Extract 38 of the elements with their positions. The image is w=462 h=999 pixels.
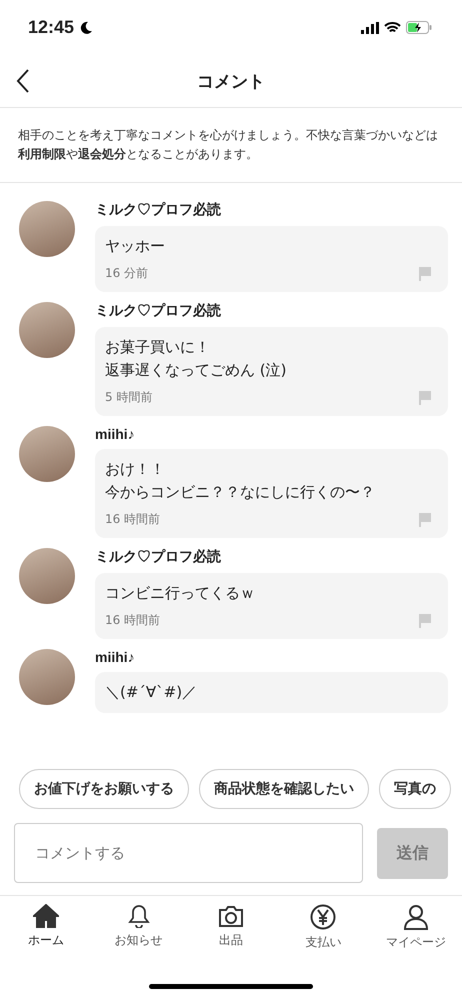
user-name[interactable]: ミルク♡プロフ必読 <box>95 302 221 320</box>
tab-item[interactable]: マイページ <box>370 904 462 951</box>
user-name[interactable]: miihi♪ <box>95 426 135 442</box>
quick-reply-chip[interactable]: お値下げをお願いする <box>19 769 189 809</box>
tab-item[interactable]: 出品 <box>184 904 278 951</box>
comment-time: 16 時間前 <box>105 511 160 528</box>
wifi-icon <box>384 22 401 34</box>
comment-text: お菓子買いに！ <box>105 337 211 358</box>
user-name[interactable]: ミルク♡プロフ必読 <box>95 548 221 566</box>
comment-time: 16 時間前 <box>105 612 160 629</box>
person-icon <box>402 904 429 930</box>
comment-time: 5 時間前 <box>105 389 152 406</box>
tab-item[interactable]: お知らせ <box>92 904 185 951</box>
page-title: コメント <box>197 70 265 92</box>
yen-icon <box>310 904 336 930</box>
battery-icon <box>406 21 432 34</box>
notice-text: 相手のことを考え丁寧なコメントを心がけましょう。不快な言葉づかいなどは利用制限や退会処分となることがあります。 <box>0 108 462 183</box>
comment-text: 今からコンビニ？？なにしに行くの〜？ <box>105 482 376 503</box>
signal-icon <box>361 22 379 34</box>
back-icon[interactable] <box>16 69 30 93</box>
quick-reply-chip[interactable]: 写真の <box>379 769 451 809</box>
tab-item[interactable]: 支払い <box>277 904 370 951</box>
comment-text: コンビニ行ってくるｗ <box>105 583 256 604</box>
bell-icon <box>128 904 150 928</box>
quick-reply-chip[interactable]: 商品状態を確認したい <box>199 769 369 809</box>
moon-icon <box>79 20 94 34</box>
comment-input[interactable]: コメントする <box>14 823 363 883</box>
user-name[interactable]: miihi♪ <box>95 649 135 665</box>
user-name[interactable]: ミルク♡プロフ必読 <box>95 201 221 219</box>
home-icon <box>33 904 60 928</box>
comment-text: 返事遅くなってごめん (泣) <box>105 360 288 381</box>
comment-text: ＼(#´∀`#)／ <box>105 682 198 703</box>
camera-icon <box>218 904 244 928</box>
tab-item[interactable]: ホーム <box>0 904 92 951</box>
status-time: 12:45 <box>28 17 74 38</box>
comment-text: おけ！！ <box>105 459 166 480</box>
comment-text: ヤッホー <box>105 236 166 257</box>
comment-time: 16 分前 <box>105 265 148 282</box>
